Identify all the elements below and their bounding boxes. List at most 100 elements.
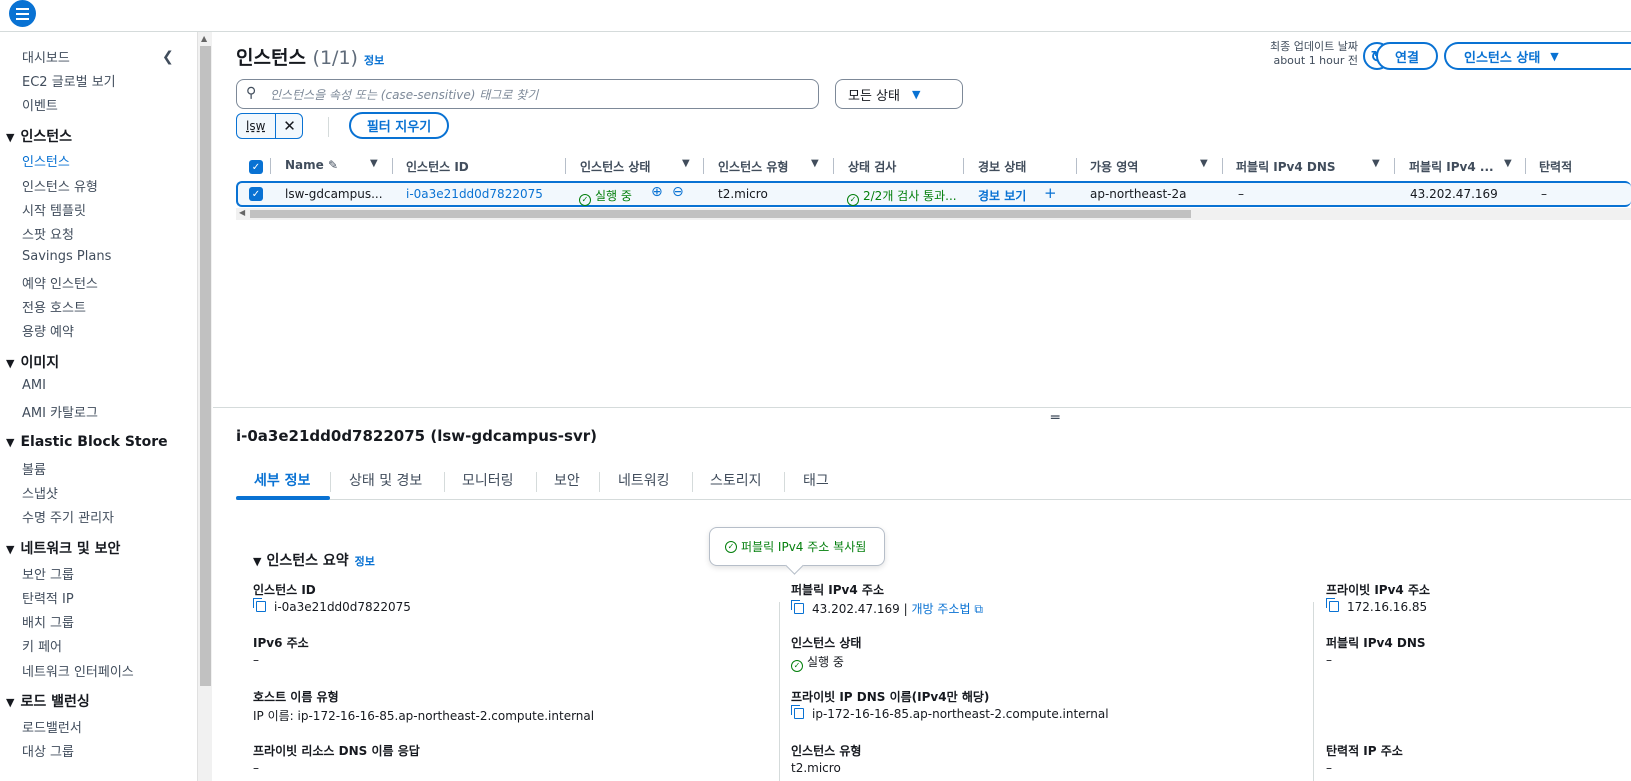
col-status-check[interactable]: 상태 검사: [848, 158, 896, 175]
instance-state-button[interactable]: 인스턴스 상태 ▼: [1444, 42, 1631, 70]
sidebar-item-events[interactable]: 이벤트: [22, 95, 58, 114]
col-elastic-ip[interactable]: 탄력적: [1539, 158, 1572, 175]
sidebar-item-instance-types[interactable]: 인스턴스 유형: [22, 176, 98, 195]
state-filter-select[interactable]: 모든 상태 ▼: [835, 79, 963, 109]
sidebar-item-global-view[interactable]: EC2 글로벌 보기: [22, 71, 116, 90]
scrollbar-thumb[interactable]: [250, 210, 1191, 218]
sort-icon[interactable]: ▼: [370, 158, 378, 169]
sidebar-item-security-groups[interactable]: 보안 그룹: [22, 564, 74, 583]
sort-icon[interactable]: ▼: [1200, 158, 1208, 169]
sidebar-item-snapshots[interactable]: 스냅샷: [22, 483, 58, 502]
info-link[interactable]: 정보: [364, 54, 384, 67]
sidebar-item-placement-groups[interactable]: 배치 그룹: [22, 612, 74, 631]
sidebar-item-network-interfaces[interactable]: 네트워크 인터페이스: [22, 661, 134, 680]
menu-icon[interactable]: [9, 0, 36, 27]
col-instance-id[interactable]: 인스턴스 ID: [406, 158, 469, 175]
tab-networking[interactable]: 네트워킹: [618, 470, 670, 490]
col-public-dns[interactable]: 퍼블릭 IPv4 DNS: [1236, 158, 1336, 175]
scrollbar-thumb[interactable]: [200, 46, 211, 686]
private-ipv4-value: 172.16.16.85: [1326, 598, 1427, 614]
sidebar-item-launch-templates[interactable]: 시작 템플릿: [22, 200, 86, 219]
sidebar-item-target-groups[interactable]: 대상 그룹: [22, 741, 74, 760]
sidebar-item-ami-catalog[interactable]: AMI 카탈로그: [22, 402, 98, 421]
caret-down-icon: ▼: [911, 87, 921, 101]
open-address-link[interactable]: 개방 주소법: [911, 602, 970, 616]
cell-instance-type: t2.micro: [718, 187, 768, 201]
sidebar-section-load-balancing[interactable]: ▼ 로드 밸런싱: [6, 691, 90, 711]
sidebar-item-load-balancers[interactable]: 로드밸런서: [22, 717, 82, 736]
info-link[interactable]: 정보: [355, 555, 375, 568]
scroll-up-icon[interactable]: ▲: [201, 34, 207, 43]
sidebar-item-dashboard[interactable]: 대시보드: [22, 47, 70, 66]
zoom-in-icon[interactable]: ⊕: [651, 184, 663, 200]
sidebar-item-elastic-ips[interactable]: 탄력적 IP: [22, 588, 74, 607]
sort-icon[interactable]: ▼: [682, 158, 690, 169]
remove-filter-icon[interactable]: ✕: [275, 114, 303, 138]
tab-storage[interactable]: 스토리지: [710, 470, 762, 490]
tab-details[interactable]: 세부 정보: [254, 470, 310, 490]
sidebar-item-savings-plans[interactable]: Savings Plans: [22, 249, 111, 264]
instance-summary-heading[interactable]: ▼ 인스턴스 요약 정보: [253, 550, 375, 570]
col-public-ipv4[interactable]: 퍼블릭 IPv4 ...: [1409, 158, 1494, 175]
sidebar-item-reserved-instances[interactable]: 예약 인스턴스: [22, 273, 98, 292]
copy-icon[interactable]: [791, 705, 804, 719]
sidebar-section-ebs[interactable]: ▼ Elastic Block Store: [6, 434, 168, 450]
tab-monitoring[interactable]: 모니터링: [462, 470, 514, 490]
select-all-checkbox[interactable]: ✓: [249, 160, 263, 174]
sidebar-item-capacity-reservations[interactable]: 용량 예약: [22, 321, 74, 340]
sort-icon[interactable]: ▼: [1372, 158, 1380, 169]
sidebar-item-dedicated-hosts[interactable]: 전용 호스트: [22, 297, 86, 316]
tab-status-alarms[interactable]: 상태 및 경보: [349, 470, 422, 490]
cell-instance-id[interactable]: i-0a3e21dd0d7822075: [406, 187, 543, 201]
page-title: 인스턴스 (1/1) 정보: [236, 47, 385, 69]
sidebar-item-ami[interactable]: AMI: [22, 378, 46, 393]
zoom-out-icon[interactable]: ⊖: [672, 184, 684, 200]
search-input[interactable]: ⚲ 인스턴스을 속성 또는 (case-sensitive) 태그로 찾기: [236, 79, 819, 109]
sidebar-item-volumes[interactable]: 볼륨: [22, 459, 46, 478]
sidebar-scrollbar[interactable]: ▲: [197, 32, 212, 781]
sidebar-item-spot-requests[interactable]: 스팟 요청: [22, 224, 74, 243]
sort-icon[interactable]: ▼: [811, 158, 819, 169]
search-icon: ⚲: [246, 85, 257, 101]
search-placeholder: 인스턴스을 속성 또는 (case-sensitive) 태그로 찾기: [270, 88, 539, 102]
col-availability-zone[interactable]: 가용 영역: [1090, 158, 1138, 175]
clear-filters-button[interactable]: 필터 지우기: [349, 112, 449, 139]
instance-id-value: i-0a3e21dd0d7822075: [253, 598, 411, 614]
col-alarm-status[interactable]: 경보 상태: [978, 158, 1026, 175]
sidebar-section-images[interactable]: ▼ 이미지: [6, 352, 59, 372]
collapse-sidebar-icon[interactable]: ❮: [162, 49, 174, 65]
table-header: ✓ Name ✎ ▼ 인스턴스 ID 인스턴스 상태 ▼ 인스턴스 유형 ▼ 상…: [236, 152, 1631, 182]
sidebar-section-network-security[interactable]: ▼ 네트워크 및 보안: [6, 538, 120, 558]
sidebar-item-lifecycle-manager[interactable]: 수명 주기 관리자: [22, 507, 114, 526]
connect-button[interactable]: 연결: [1376, 42, 1438, 70]
sort-icon[interactable]: ▼: [1504, 158, 1512, 169]
tab-security[interactable]: 보안: [554, 470, 580, 490]
copy-icon[interactable]: [791, 600, 804, 614]
scroll-left-icon[interactable]: ◀: [239, 208, 245, 217]
row-checkbox[interactable]: ✓: [249, 187, 263, 201]
col-instance-type[interactable]: 인스턴스 유형: [718, 158, 788, 175]
success-icon: ✓: [579, 194, 591, 206]
ipv6-label: IPv6 주소: [253, 636, 309, 650]
add-alarm-icon[interactable]: +: [1044, 184, 1057, 202]
resize-handle-icon[interactable]: ═: [1051, 410, 1059, 426]
cell-status-check[interactable]: ✓ 2/2개 검사 통과...: [847, 187, 957, 206]
col-name[interactable]: Name ✎: [285, 158, 338, 172]
copy-icon[interactable]: [1326, 598, 1339, 612]
filter-token[interactable]: lsw ✕: [236, 113, 303, 139]
instance-type-value: t2.micro: [791, 761, 841, 775]
sidebar-item-key-pairs[interactable]: 키 페어: [22, 636, 62, 655]
tab-tags[interactable]: 태그: [803, 470, 829, 490]
active-tab-indicator: [236, 496, 330, 500]
success-icon: ✓: [725, 540, 737, 553]
table-row[interactable]: ✓ lsw-gdcampus... i-0a3e21dd0d7822075 ✓ 실…: [236, 181, 1631, 207]
table-horizontal-scrollbar[interactable]: ◀: [236, 208, 1631, 220]
col-instance-state[interactable]: 인스턴스 상태: [580, 158, 650, 175]
copy-icon[interactable]: [253, 598, 266, 612]
cell-public-dns: –: [1238, 187, 1244, 201]
view-alarms-link[interactable]: 경보 보기: [978, 187, 1026, 204]
sidebar-item-instances[interactable]: 인스턴스: [22, 151, 70, 170]
sidebar-section-instances[interactable]: ▼ 인스턴스: [6, 126, 72, 146]
success-icon: ✓: [847, 194, 859, 206]
external-link-icon[interactable]: ⧉: [974, 602, 983, 616]
